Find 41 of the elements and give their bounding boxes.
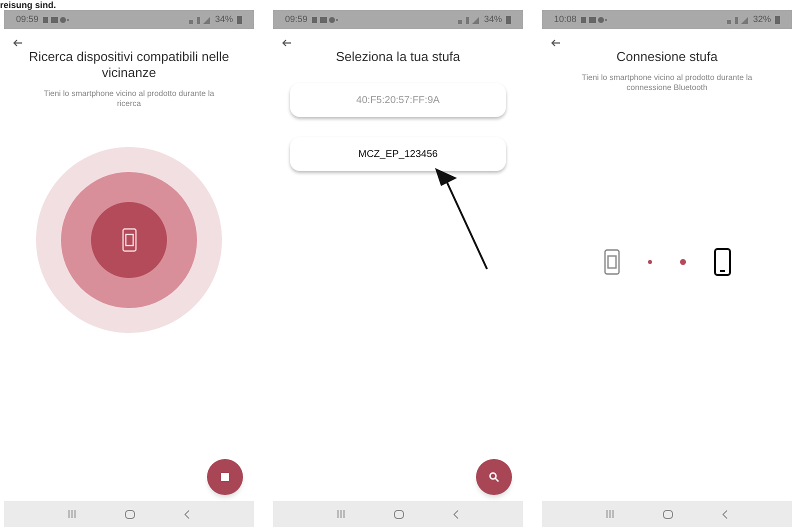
screen-title: Seleziona la tua stufa bbox=[336, 49, 460, 65]
screen-subtitle: Tieni lo smartphone vicino al prodotto durante la ricerca bbox=[42, 89, 216, 109]
stove-icon bbox=[604, 249, 620, 275]
recent-apps-icon[interactable] bbox=[337, 510, 346, 518]
back-arrow-icon[interactable] bbox=[551, 39, 560, 47]
battery-icon bbox=[506, 16, 511, 24]
stop-icon bbox=[221, 473, 229, 481]
status-time: 09:59 bbox=[16, 12, 39, 26]
notification-icons bbox=[580, 16, 607, 24]
search-button[interactable] bbox=[476, 459, 512, 495]
battery-percentage: 32% bbox=[752, 12, 771, 26]
screen-title: Ricerca dispositivi compatibili nelle vicinanze bbox=[28, 49, 230, 81]
smartphone-icon bbox=[714, 248, 730, 276]
home-icon[interactable] bbox=[662, 510, 673, 518]
home-icon[interactable] bbox=[394, 510, 404, 518]
back-arrow-icon[interactable] bbox=[282, 39, 291, 47]
battery-percentage: 34% bbox=[214, 12, 233, 26]
status-time: 09:59 bbox=[285, 12, 308, 26]
back-icon[interactable] bbox=[452, 510, 459, 518]
signal-icon bbox=[188, 16, 211, 24]
home-icon[interactable] bbox=[124, 510, 135, 518]
search-icon bbox=[489, 472, 499, 482]
device-button[interactable]: MCZ_EP_123456 bbox=[290, 137, 506, 171]
stove-icon bbox=[122, 228, 136, 252]
recent-apps-icon[interactable] bbox=[68, 510, 76, 518]
back-icon[interactable] bbox=[184, 510, 190, 518]
recent-apps-icon[interactable] bbox=[606, 510, 614, 518]
screen-title: Connesione stufa bbox=[616, 49, 718, 65]
battery-icon bbox=[775, 16, 780, 24]
signal-icon bbox=[458, 16, 480, 24]
screen-subtitle: Tieni lo smartphone vicino al prodotto durante la connessione Bluetooth bbox=[580, 73, 754, 93]
battery-icon bbox=[237, 16, 242, 24]
status-time: 10:08 bbox=[554, 12, 577, 26]
back-icon[interactable] bbox=[722, 510, 728, 518]
signal-icon bbox=[726, 16, 749, 24]
stop-button[interactable] bbox=[207, 459, 243, 495]
back-arrow-icon[interactable] bbox=[13, 39, 22, 47]
battery-percentage: 34% bbox=[484, 12, 502, 26]
notification-icons bbox=[312, 16, 338, 24]
notification-icons bbox=[42, 16, 69, 24]
caption-text: reisung sind. bbox=[0, 0, 56, 10]
